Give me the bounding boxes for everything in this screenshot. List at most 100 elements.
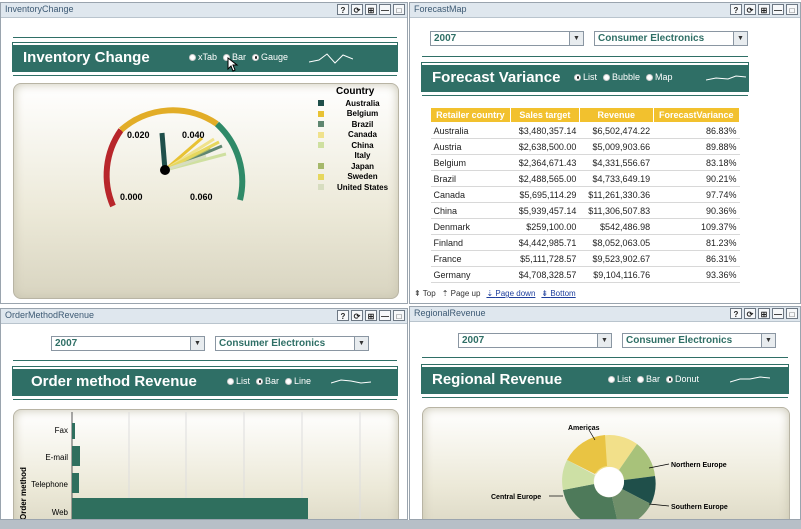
radio-icon bbox=[256, 377, 264, 385]
legend-item: China bbox=[318, 140, 396, 151]
legend-item: Australia bbox=[318, 98, 396, 109]
table-cell: France bbox=[430, 250, 511, 267]
table-cell: 97.74% bbox=[653, 186, 740, 203]
table-cell: $6,502,474.22 bbox=[579, 122, 654, 139]
table-cell: Finland bbox=[430, 234, 511, 251]
minimize-button[interactable]: — bbox=[772, 308, 784, 319]
column-header[interactable]: ForecastVariance bbox=[652, 107, 741, 123]
option-list[interactable]: List bbox=[608, 374, 631, 384]
minimize-button[interactable]: — bbox=[379, 4, 391, 15]
order-header: Order method Revenue List Bar Line bbox=[13, 367, 397, 395]
maximize-button[interactable]: □ bbox=[393, 310, 405, 321]
chevron-down-icon: ▼ bbox=[354, 337, 368, 350]
option-bar[interactable]: Bar bbox=[637, 374, 660, 384]
help-button[interactable]: ? bbox=[730, 4, 742, 15]
legend-item: United States bbox=[318, 182, 396, 193]
table-row: Austria $2,638,500.00 $5,009,903.66 89.88% bbox=[430, 138, 740, 155]
option-bubble[interactable]: Bubble bbox=[603, 72, 640, 82]
maximize-button[interactable]: □ bbox=[786, 4, 798, 15]
radio-icon bbox=[189, 53, 196, 61]
portlet-titlebar: InventoryChange ? ⟳ ⊞ — □ bbox=[1, 3, 407, 18]
maximize-button[interactable]: □ bbox=[393, 4, 405, 15]
legend-label: Belgium bbox=[346, 109, 379, 119]
category-select[interactable]: Consumer Electronics ▼ bbox=[594, 31, 748, 46]
pager-page-up[interactable]: ⇡ Page up bbox=[442, 289, 481, 298]
refresh-button[interactable]: ⟳ bbox=[351, 310, 363, 321]
column-header[interactable]: Sales target bbox=[509, 107, 580, 123]
sparkline-icon bbox=[309, 53, 353, 64]
legend-swatch bbox=[318, 184, 324, 191]
option-map[interactable]: Map bbox=[646, 72, 673, 82]
legend-item: Canada bbox=[318, 130, 396, 141]
pager-bottom[interactable]: ⇟ Bottom bbox=[541, 289, 575, 298]
edit-button[interactable]: ⊞ bbox=[365, 310, 377, 321]
table-cell: $5,009,903.66 bbox=[579, 138, 654, 155]
table-cell: 83.18% bbox=[653, 154, 740, 171]
table-cell: 109.37% bbox=[653, 218, 740, 235]
refresh-button[interactable]: ⟳ bbox=[351, 4, 363, 15]
chevron-down-icon: ▼ bbox=[597, 334, 611, 347]
option-bar[interactable]: Bar bbox=[256, 376, 279, 386]
forecast-map-portlet: ForecastMap ? ⟳ ⊞ — □ 2007 ▼ Consumer Ele… bbox=[409, 2, 801, 304]
year-select[interactable]: 2007 ▼ bbox=[458, 333, 612, 348]
table-row: Germany $4,708,328.57 $9,104,116.76 93.36% bbox=[430, 266, 740, 283]
option-line[interactable]: Line bbox=[285, 376, 311, 386]
column-header[interactable]: Retailer country bbox=[430, 107, 511, 123]
portlet-title: ForecastMap bbox=[414, 4, 467, 14]
table-cell: $5,111,728.57 bbox=[510, 250, 580, 267]
divider bbox=[13, 399, 397, 400]
legend-item: Belgium bbox=[318, 109, 396, 120]
pager-top[interactable]: ⇞ Top bbox=[414, 289, 436, 298]
refresh-button[interactable]: ⟳ bbox=[744, 4, 756, 15]
table-cell: $4,331,556.67 bbox=[579, 154, 654, 171]
category-label: Web bbox=[52, 508, 69, 517]
option-gauge[interactable]: Gauge bbox=[252, 52, 288, 62]
donut-chart: Americas Northern Europe Central Europe … bbox=[491, 425, 728, 519]
gauge-chart-area: 0.000 0.020 0.040 0.060 Country Australi… bbox=[13, 83, 399, 299]
page-title: Forecast Variance bbox=[432, 69, 561, 86]
option-list[interactable]: List bbox=[574, 72, 597, 82]
forecast-table: Retailer country Sales target Revenue Forec… bbox=[430, 107, 741, 283]
chart-type-options: List Bar Donut bbox=[608, 374, 699, 384]
pager-page-down[interactable]: ⇣ Page down bbox=[486, 289, 535, 298]
table-cell: $2,488,565.00 bbox=[510, 170, 580, 187]
legend-swatch bbox=[318, 121, 324, 128]
view-options: List Bubble Map bbox=[574, 72, 673, 82]
edit-button[interactable]: ⊞ bbox=[758, 308, 770, 319]
help-button[interactable]: ? bbox=[337, 310, 349, 321]
category-select[interactable]: Consumer Electronics ▼ bbox=[622, 333, 776, 348]
sparkline-icon bbox=[331, 379, 371, 384]
divider bbox=[422, 95, 748, 96]
table-row: Finland $4,442,985.71 $8,052,063.05 81.23% bbox=[430, 234, 740, 251]
legend-label: China bbox=[351, 140, 374, 150]
edit-button[interactable]: ⊞ bbox=[365, 4, 377, 15]
legend-item: Sweden bbox=[318, 172, 396, 183]
divider bbox=[422, 56, 748, 57]
minimize-button[interactable]: — bbox=[379, 310, 391, 321]
maximize-button[interactable]: □ bbox=[786, 308, 798, 319]
year-select[interactable]: 2007 ▼ bbox=[430, 31, 584, 46]
chevron-down-icon: ▼ bbox=[569, 32, 583, 45]
table-cell: $11,306,507.83 bbox=[579, 202, 654, 219]
minimize-button[interactable]: — bbox=[772, 4, 784, 15]
category-select[interactable]: Consumer Electronics ▼ bbox=[215, 336, 369, 351]
legend-items: Australia Belgium Brazil Canada China Italy Ja… bbox=[318, 98, 396, 193]
year-select[interactable]: 2007 ▼ bbox=[51, 336, 205, 351]
table-row: France $5,111,728.57 $9,523,902.67 86.31% bbox=[430, 250, 740, 267]
option-xtab[interactable]: xTab bbox=[189, 52, 217, 62]
table-cell: 81.23% bbox=[653, 234, 740, 251]
portlet-titlebar: ForecastMap ? ⟳ ⊞ — □ bbox=[410, 3, 800, 18]
order-chart-area: Order method Fax E-mail Telephone Web bbox=[13, 409, 399, 519]
option-list[interactable]: List bbox=[227, 376, 250, 386]
table-cell: Canada bbox=[430, 186, 511, 203]
refresh-button[interactable]: ⟳ bbox=[744, 308, 756, 319]
radio-icon bbox=[608, 375, 615, 383]
help-button[interactable]: ? bbox=[730, 308, 742, 319]
order-method-revenue-portlet: OrderMethodRevenue ? ⟳ ⊞ — □ 2007 ▼ Consu… bbox=[0, 308, 408, 520]
help-button[interactable]: ? bbox=[337, 4, 349, 15]
edit-button[interactable]: ⊞ bbox=[758, 4, 770, 15]
option-donut[interactable]: Donut bbox=[666, 374, 699, 384]
radio-icon bbox=[666, 375, 674, 383]
table-cell: 93.36% bbox=[653, 266, 740, 283]
column-header[interactable]: Revenue bbox=[578, 107, 654, 123]
